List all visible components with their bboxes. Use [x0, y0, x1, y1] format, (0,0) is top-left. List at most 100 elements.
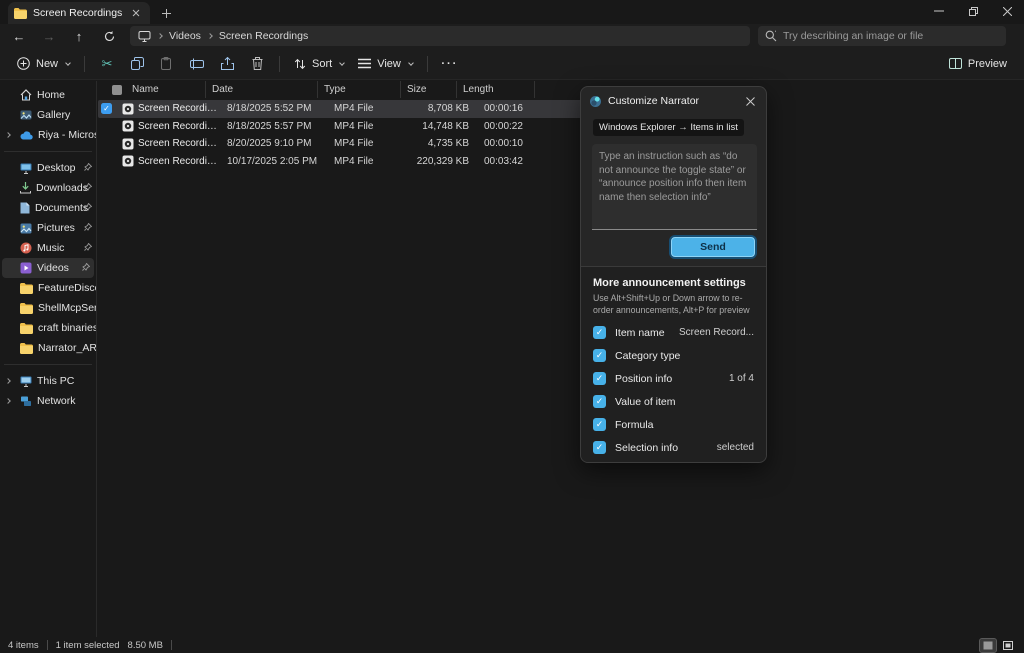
- file-size: 220,329 KB: [412, 156, 469, 167]
- sort-label: Sort: [312, 58, 332, 70]
- expand-chevron-icon[interactable]: [5, 132, 11, 138]
- pin-icon: [84, 203, 92, 211]
- new-tab-button[interactable]: [158, 5, 174, 21]
- explorer-tab[interactable]: Screen Recordings: [8, 2, 150, 24]
- sidebar-item-documents[interactable]: Documents: [0, 198, 96, 218]
- sidebar-item-music[interactable]: Music: [0, 238, 96, 258]
- checkbox-value-of-item[interactable]: ✓: [593, 395, 606, 408]
- folder-icon: [20, 283, 33, 294]
- setting-row-item-name: ✓ Item name Screen Record...: [593, 326, 754, 340]
- preview-button[interactable]: Preview: [942, 52, 1014, 76]
- refresh-icon[interactable]: [96, 26, 122, 46]
- row-checkbox-checked[interactable]: ✓: [101, 103, 112, 114]
- details-view-icon[interactable]: [980, 639, 996, 652]
- nav-buttons: ← → ↑: [6, 26, 122, 46]
- minimize-icon[interactable]: [922, 0, 956, 22]
- sidebar-item-desktop[interactable]: Desktop: [0, 158, 96, 178]
- sidebar-item-label: Home: [37, 89, 96, 101]
- sidebar-item-onedrive[interactable]: Riya - Microsoft: [0, 125, 96, 145]
- section-title: More announcement settings: [593, 277, 754, 289]
- sidebar-item-featurediscoverability[interactable]: FeatureDiscoverabil: [0, 278, 96, 298]
- checkbox-item-name[interactable]: ✓: [593, 326, 606, 339]
- videos-icon: [20, 262, 32, 274]
- mp4-file-icon: [118, 155, 138, 167]
- sidebar-item-pictures[interactable]: Pictures: [0, 218, 96, 238]
- view-button[interactable]: View: [351, 52, 420, 76]
- pin-icon: [84, 223, 92, 231]
- breadcrumb-videos[interactable]: Videos: [169, 30, 201, 42]
- instruction-input[interactable]: [592, 144, 757, 230]
- folder-icon: [20, 343, 33, 354]
- search-box[interactable]: [758, 26, 1006, 46]
- sort-arrows-icon: [294, 58, 306, 70]
- cut-icon[interactable]: ✂: [94, 52, 120, 76]
- sidebar-item-label: ShellMcpServers: [38, 302, 96, 314]
- breadcrumb-screen-recordings[interactable]: Screen Recordings: [219, 30, 308, 42]
- back-icon[interactable]: ←: [6, 26, 32, 46]
- status-divider: [171, 640, 172, 650]
- column-header-date[interactable]: Date: [206, 81, 318, 98]
- file-date: 8/18/2025 5:57 PM: [220, 121, 328, 132]
- sidebar-item-label: Gallery: [37, 109, 96, 121]
- checkbox-selection-info[interactable]: ✓: [593, 441, 606, 454]
- file-row[interactable]: Screen Recording 20... 10/17/2025 2:05 P…: [98, 153, 658, 171]
- file-row[interactable]: Screen Recording 20... 8/20/2025 9:10 PM…: [98, 135, 658, 153]
- sidebar-divider: [4, 151, 92, 152]
- more-options-icon[interactable]: ···: [437, 52, 463, 76]
- maximize-icon[interactable]: [956, 0, 990, 22]
- share-icon[interactable]: [214, 52, 240, 76]
- navigation-bar: ← → ↑ Videos Screen Recordings: [0, 24, 1024, 48]
- address-bar[interactable]: Videos Screen Recordings: [130, 26, 750, 46]
- column-header-size[interactable]: Size: [401, 81, 457, 98]
- checkbox-position-info[interactable]: ✓: [593, 372, 606, 385]
- sidebar-item-network[interactable]: Network: [0, 391, 96, 411]
- expand-chevron-icon[interactable]: [5, 378, 11, 384]
- toolbar-divider: [427, 56, 428, 72]
- checkbox-category-type[interactable]: ✓: [593, 349, 606, 362]
- pin-icon: [84, 183, 92, 191]
- sidebar-item-gallery[interactable]: Gallery: [0, 105, 96, 125]
- file-type: MP4 File: [328, 138, 412, 149]
- sidebar-item-home[interactable]: Home: [0, 85, 96, 105]
- expand-chevron-icon[interactable]: [5, 398, 11, 404]
- dialog-title: Customize Narrator: [608, 95, 736, 107]
- title-bar: Screen Recordings: [0, 0, 1024, 24]
- sidebar-item-downloads[interactable]: Downloads: [0, 178, 96, 198]
- sidebar-item-shellmcpservers[interactable]: ShellMcpServers: [0, 298, 96, 318]
- forward-icon[interactable]: →: [36, 26, 62, 46]
- pin-icon: [84, 163, 92, 171]
- send-button[interactable]: Send: [671, 237, 755, 257]
- sidebar-item-videos[interactable]: Videos: [2, 258, 94, 278]
- preview-label: Preview: [968, 58, 1007, 70]
- up-icon[interactable]: ↑: [66, 26, 92, 46]
- tab-close-icon[interactable]: [128, 5, 144, 21]
- folder-icon: [20, 303, 33, 314]
- file-row[interactable]: Screen Recording 20... 8/18/2025 5:57 PM…: [98, 118, 658, 136]
- sidebar-item-narrator-arm[interactable]: Narrator_ARM_281: [0, 338, 96, 358]
- checkbox-formula[interactable]: ✓: [593, 418, 606, 431]
- announcement-settings-section: More announcement settings Use Alt+Shift…: [581, 266, 766, 463]
- dialog-close-icon[interactable]: [742, 93, 758, 109]
- column-header-type[interactable]: Type: [318, 81, 401, 98]
- setting-value: 1 of 4: [729, 373, 754, 384]
- paste-icon[interactable]: [154, 52, 180, 76]
- file-row[interactable]: ✓ Screen Recording 20... 8/18/2025 5:52 …: [98, 100, 658, 118]
- thumbnail-view-icon[interactable]: [1000, 639, 1016, 652]
- copy-icon[interactable]: [124, 52, 150, 76]
- search-input[interactable]: [783, 30, 999, 42]
- select-all-checkbox[interactable]: [98, 81, 126, 98]
- new-button[interactable]: New: [10, 52, 77, 76]
- rename-icon[interactable]: [184, 52, 210, 76]
- section-description: Use Alt+Shift+Up or Down arrow to re-ord…: [593, 293, 753, 317]
- sort-button[interactable]: Sort: [287, 52, 351, 76]
- column-header-name[interactable]: Name: [126, 81, 206, 98]
- file-date: 8/20/2025 9:10 PM: [220, 138, 328, 149]
- column-header-length[interactable]: Length: [457, 81, 535, 98]
- delete-icon[interactable]: [244, 52, 270, 76]
- chevron-down-icon: [339, 60, 345, 66]
- folder-icon: [14, 8, 27, 19]
- status-divider: [47, 640, 48, 650]
- close-window-icon[interactable]: [990, 0, 1024, 22]
- sidebar-item-this-pc[interactable]: This PC: [0, 371, 96, 391]
- sidebar-item-craft-binaries[interactable]: craft binaries: [0, 318, 96, 338]
